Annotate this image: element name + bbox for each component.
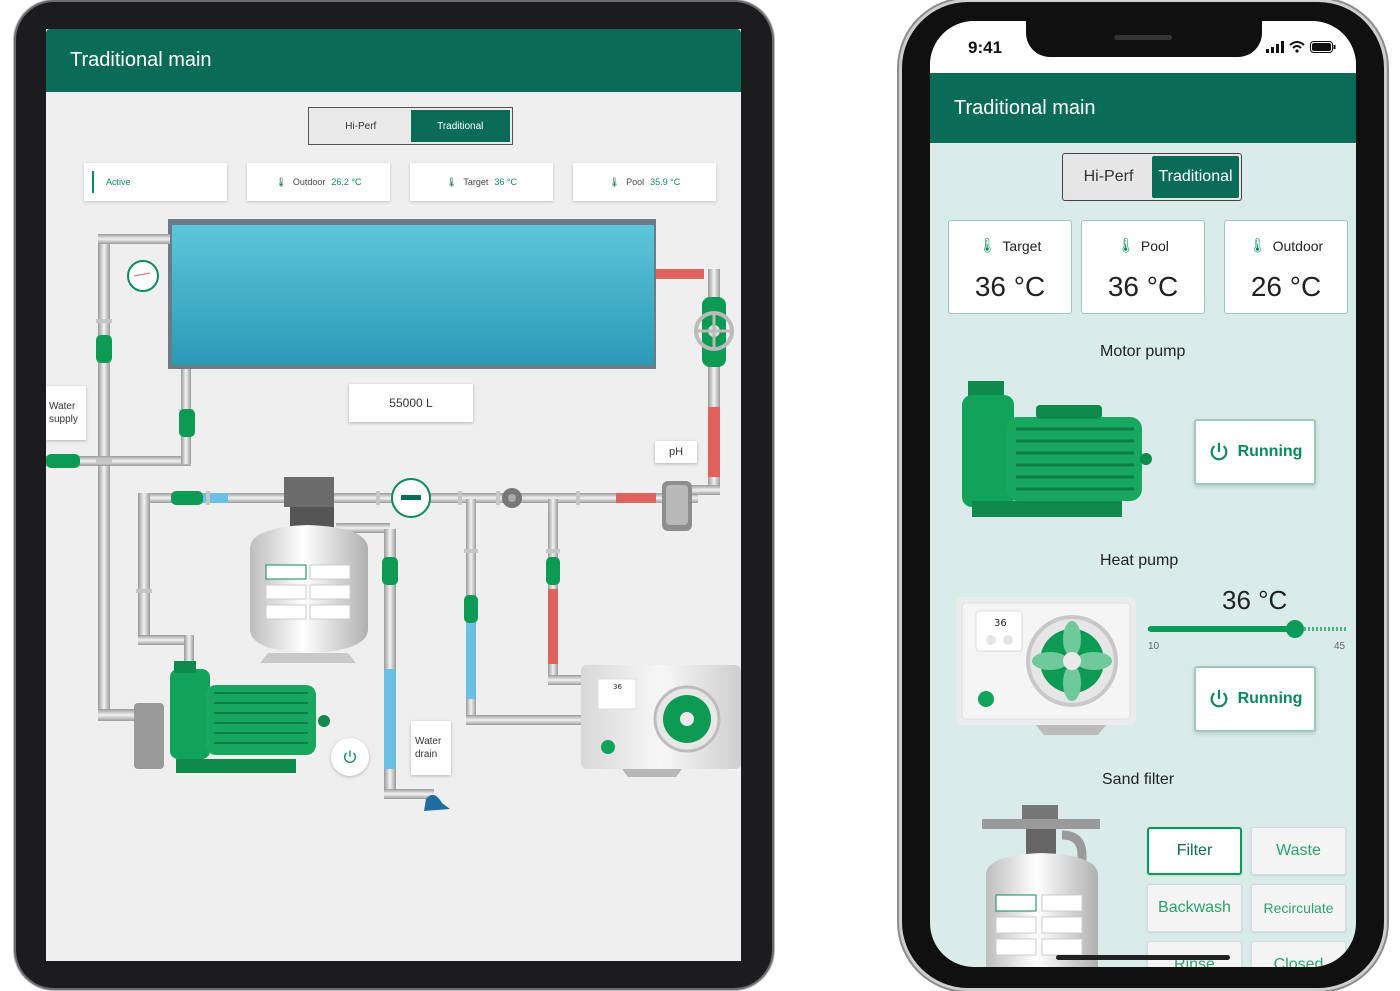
status-bar: 9:41 <box>930 21 1356 73</box>
pump-housing <box>170 669 210 759</box>
wifi-icon <box>1289 41 1305 53</box>
pool-volume-value: 55000 L <box>389 396 433 410</box>
heat-pump-running-label: Running <box>1237 690 1303 707</box>
tablet-pool-card: 🌡︎ Pool 35.9 °C <box>573 163 716 201</box>
thermometer-icon: 🌡︎ <box>1117 237 1135 253</box>
tablet-status-value: Active <box>106 177 131 187</box>
filter-option-recirculate[interactable]: Recirculate <box>1251 884 1346 932</box>
status-time: 9:41 <box>968 38 1003 57</box>
valve-pool-return <box>179 409 195 437</box>
heat-pump-slider[interactable] <box>1148 619 1346 639</box>
heat-pump-setpoint: 36 °C <box>1222 585 1288 615</box>
phone-mode-toggle: Hi-Perf Traditional <box>1062 153 1242 201</box>
slider-max-label: 45 <box>1334 641 1346 652</box>
tablet-mode-toggle: Hi-Perf Traditional <box>308 107 513 145</box>
phone-target-card: 🌡︎ Target 36 °C <box>948 220 1072 314</box>
water-drain-label: Water drain <box>411 721 451 775</box>
phone-target-label: Target <box>1002 237 1042 254</box>
water-supply-text: Water supply <box>49 401 78 425</box>
signal-icon <box>1266 41 1284 53</box>
pool-water <box>172 225 654 365</box>
thermometer-icon: 🌡︎ <box>978 237 997 253</box>
motor-pump-running-label: Running <box>1237 443 1303 460</box>
thermometer-icon: 🌡︎ <box>608 176 621 187</box>
filter-option-filter[interactable]: Filter <box>1147 827 1242 875</box>
tablet-hp-display: 36 <box>613 683 622 691</box>
valve-hp-in <box>464 595 478 623</box>
status-indicator-bar <box>92 171 94 193</box>
motor-pump-running-button[interactable]: Running <box>1194 419 1316 485</box>
tablet-screen: 36 Traditional main Hi-Perf Traditional … <box>46 29 741 961</box>
tablet-pool-value: 35.9 °C <box>650 177 681 187</box>
tablet-header: Traditional main <box>46 29 741 92</box>
home-indicator[interactable] <box>1056 955 1230 960</box>
tablet-device: 36 Traditional main Hi-Perf Traditional … <box>16 2 772 988</box>
valve-drain <box>382 557 398 585</box>
slider-min-label: 10 <box>1148 641 1160 652</box>
phone-hp-display: 36 <box>994 618 1007 629</box>
heat-pump-illustration: 36 <box>956 597 1136 735</box>
phone-pool-label: Pool <box>1140 237 1169 254</box>
battery-icon <box>1310 41 1336 53</box>
tablet-outdoor-value: 26.2 °C <box>331 177 362 187</box>
valve-hp-out <box>546 557 560 585</box>
phone-device: 9:41 Traditional main Hi-Perf Traditiona… <box>902 2 1384 988</box>
motor-pump-illustration <box>962 381 1152 517</box>
tablet-pump-power-button[interactable] <box>331 738 369 776</box>
heat-pump-title: Heat pump <box>1100 552 1179 569</box>
heat-pump-running-button[interactable]: Running <box>1194 666 1316 732</box>
power-icon <box>1210 442 1227 461</box>
thermometer-icon: 🌡︎ <box>1248 237 1267 253</box>
phone-outdoor-card: 🌡︎ Outdoor 26 °C <box>1224 220 1348 314</box>
phone-pool-value: 36 °C <box>1107 271 1179 302</box>
filter-option-rinse[interactable]: Rinse <box>1147 941 1242 967</box>
phone-screen: 9:41 Traditional main Hi-Perf Traditiona… <box>930 21 1356 967</box>
tablet-target-value: 36 °C <box>494 177 518 187</box>
phone-header: Traditional main <box>930 73 1356 143</box>
slider-thumb[interactable] <box>1286 620 1305 638</box>
phone-mode-traditional[interactable]: Traditional <box>1152 156 1239 198</box>
filter-option-closed[interactable]: Closed <box>1251 941 1346 967</box>
filter-option-waste[interactable]: Waste <box>1251 827 1346 875</box>
phone-page-title: Traditional main <box>954 97 1096 119</box>
drain-outlet <box>424 794 450 811</box>
pressure-gauge <box>127 260 159 292</box>
phone-pool-card: 🌡︎ Pool 36 °C <box>1081 220 1205 314</box>
phone-target-value: 36 °C <box>974 271 1046 302</box>
ph-label-text: pH <box>668 446 684 458</box>
power-icon <box>1210 689 1227 708</box>
tablet-mode-hiperf[interactable]: Hi-Perf <box>311 110 411 142</box>
phone-outdoor-value: 26 °C <box>1250 271 1322 302</box>
pump-strainer <box>134 703 164 769</box>
valve-suction <box>171 491 203 505</box>
tablet-pool-label: Pool <box>626 177 645 187</box>
sand-filter-illustration <box>982 805 1100 967</box>
tablet-page-title: Traditional main <box>70 49 212 71</box>
tablet-outdoor-card: 🌡︎ Outdoor 26.2 °C <box>247 163 390 201</box>
tablet-mode-traditional[interactable]: Traditional <box>410 110 510 142</box>
thermometer-icon: 🌡︎ <box>275 176 287 187</box>
water-supply-label: Water supply <box>46 386 86 440</box>
slider-fill <box>1148 626 1296 632</box>
notch <box>1026 21 1262 57</box>
phone-mode-hiperf[interactable]: Hi-Perf <box>1065 156 1152 198</box>
thermometer-icon: 🌡︎ <box>445 176 458 187</box>
water-drain-text: Water drain <box>415 736 442 760</box>
tablet-target-card: 🌡︎ Target 36 °C <box>410 163 553 201</box>
pump-motor <box>206 685 316 755</box>
pool-volume-badge: 55000 L <box>349 384 473 422</box>
ph-label: pH <box>655 441 697 463</box>
valve-water-supply <box>46 454 80 468</box>
tablet-target-label: Target <box>463 177 489 187</box>
tablet-outdoor-label: Outdoor <box>292 177 326 187</box>
tablet-status-card: Active <box>84 163 227 201</box>
power-icon <box>344 750 356 763</box>
filter-option-backwash[interactable]: Backwash <box>1147 884 1242 932</box>
sand-filter-title: Sand filter <box>1102 771 1175 788</box>
motor-pump-title: Motor pump <box>1100 343 1186 360</box>
valve-left-upper <box>96 335 112 363</box>
status-icons <box>1266 41 1336 53</box>
phone-outdoor-label: Outdoor <box>1272 237 1324 254</box>
